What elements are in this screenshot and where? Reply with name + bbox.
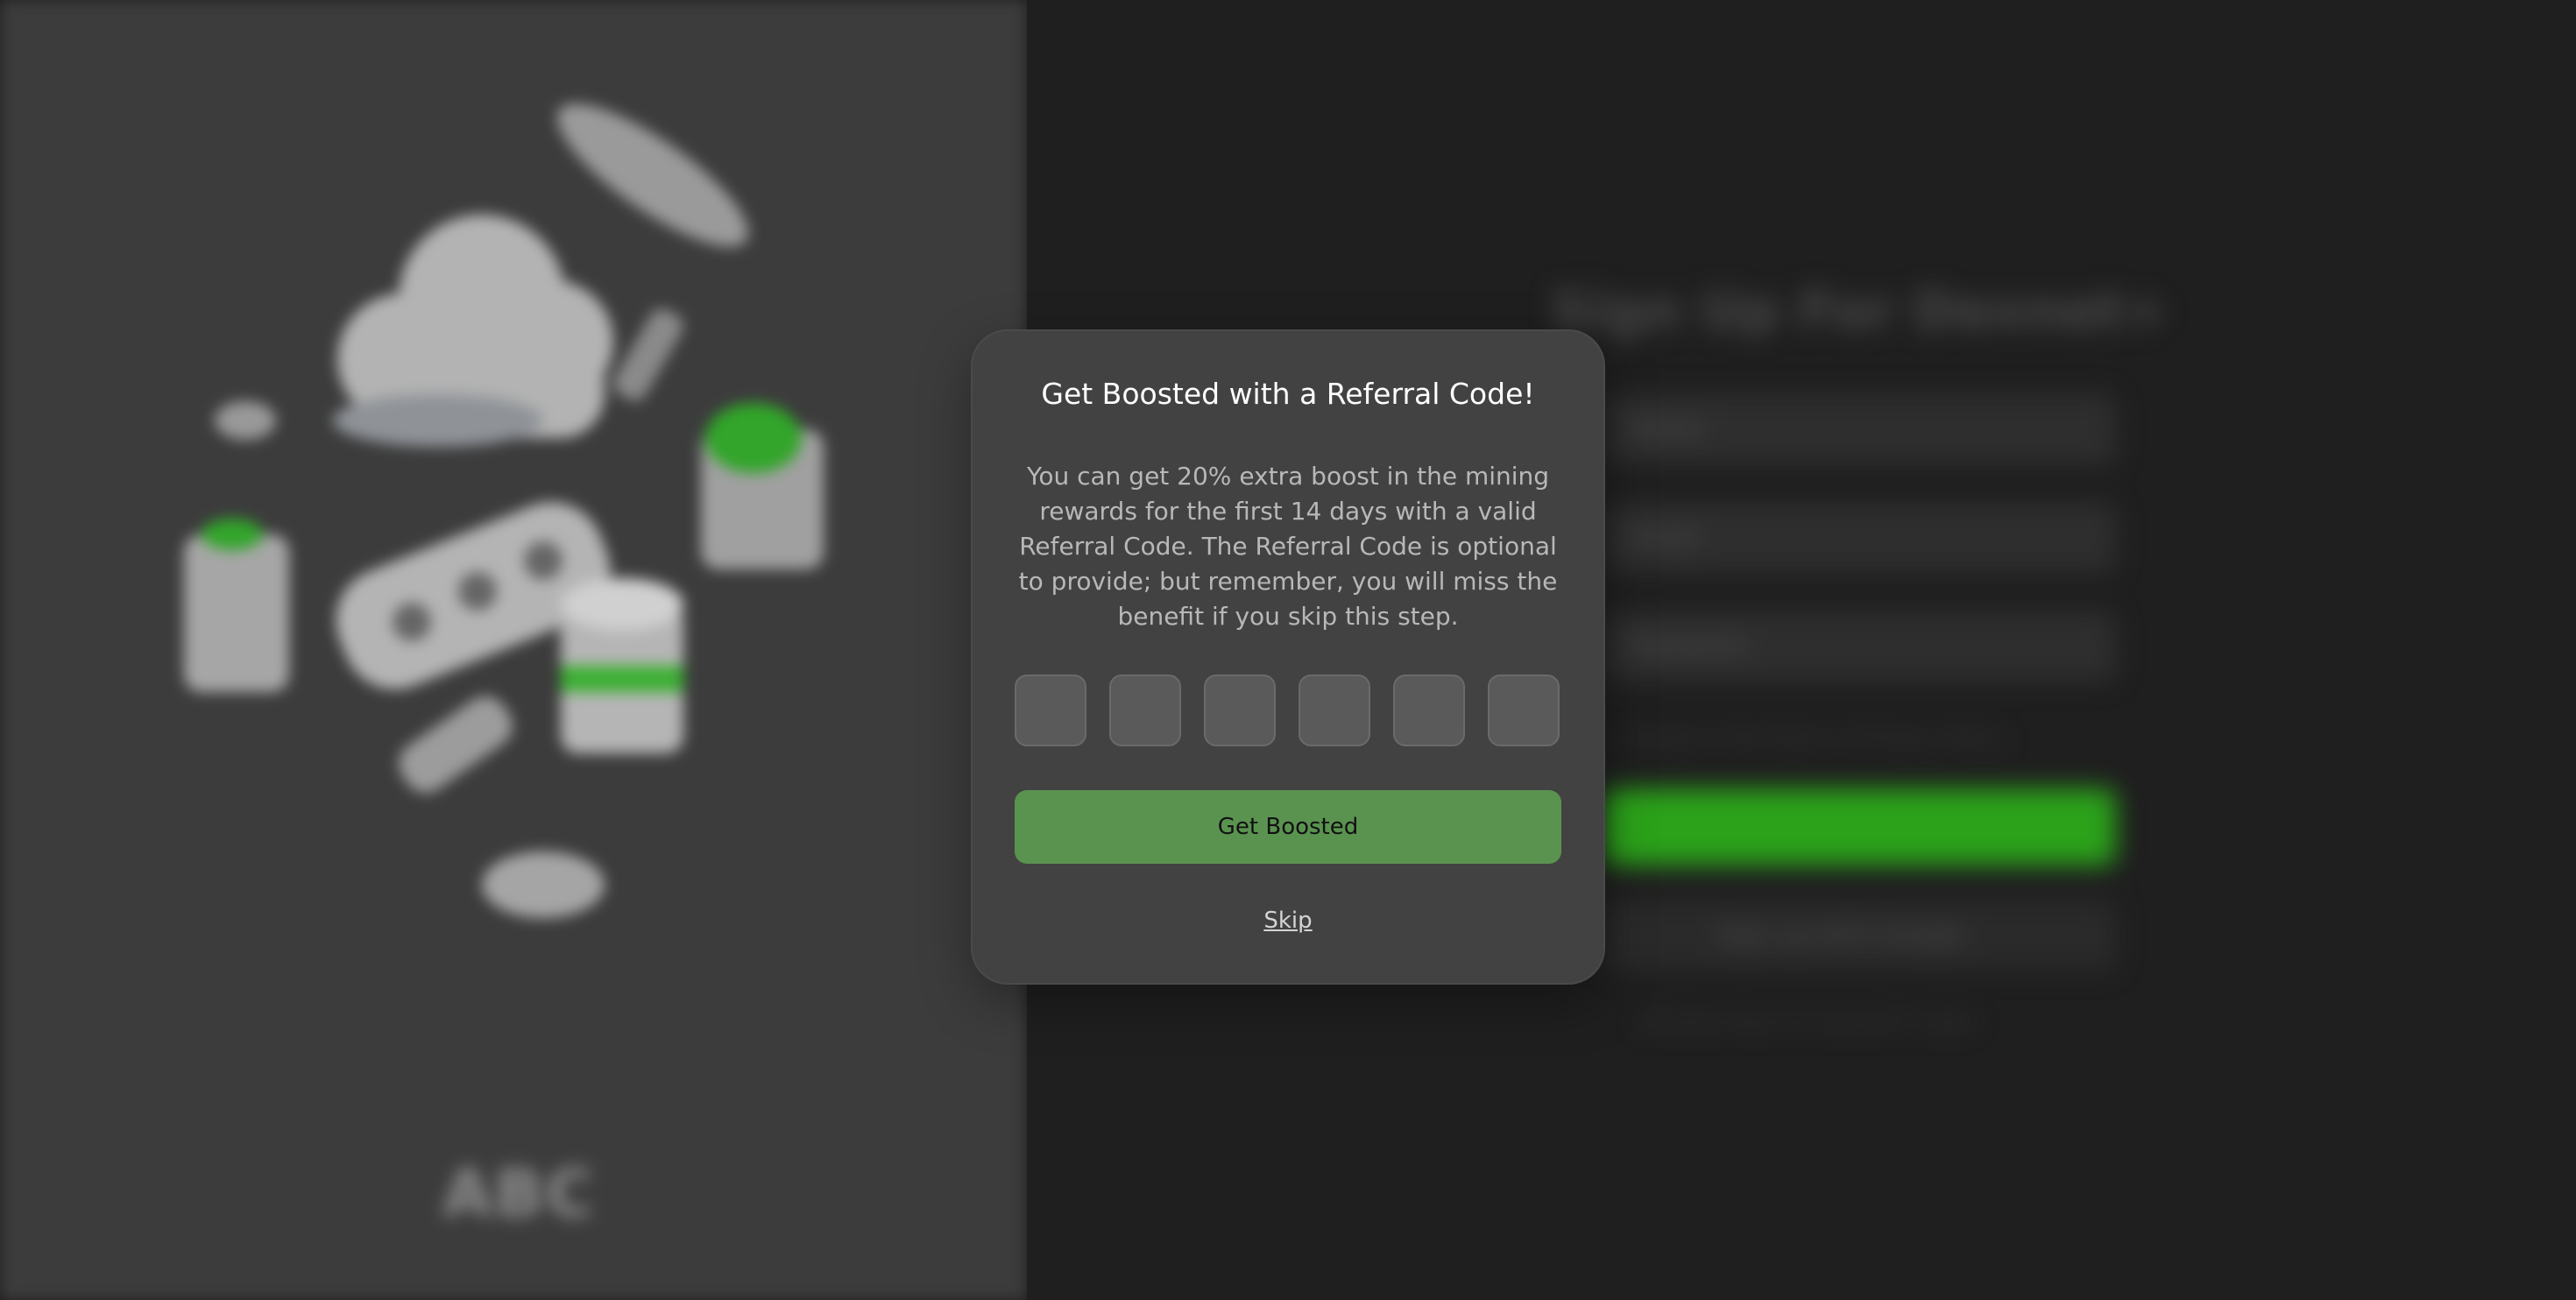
referral-modal: Get Boosted with a Referral Code! You ca…	[973, 331, 1603, 983]
google-signup-label: Sign up with Google	[1717, 920, 1964, 949]
signup-button[interactable]	[1603, 788, 2116, 865]
modal-description: You can get 20% extra boost in the minin…	[1018, 462, 1558, 631]
signup-title: Sign Up For Dexnet+	[1551, 280, 2169, 342]
email-placeholder: Email	[1630, 522, 1698, 551]
login-prompt: Already have an account? Login	[1638, 1009, 1975, 1034]
password-field[interactable]: Password	[1603, 611, 2116, 682]
referral-code-digit-5[interactable]	[1393, 675, 1465, 746]
google-signup-button[interactable]: Sign up with Google	[1603, 901, 2116, 971]
referral-code-digit-1[interactable]	[1015, 675, 1086, 746]
skip-link[interactable]: Skip	[973, 908, 1603, 934]
terms-text: I agree to the Terms & Privacy Policy	[1621, 725, 2006, 750]
referral-code-inputs	[1015, 675, 1561, 746]
modal-title: Get Boosted with a Referral Code!	[1041, 377, 1535, 411]
email-field[interactable]: Email	[1603, 503, 2116, 573]
referral-code-digit-4[interactable]	[1299, 675, 1370, 746]
password-placeholder: Password	[1630, 631, 1744, 660]
name-field[interactable]: Name	[1603, 394, 2116, 464]
get-boosted-button[interactable]: Get Boosted	[1015, 790, 1561, 864]
referral-code-digit-2[interactable]	[1109, 675, 1181, 746]
name-placeholder: Name	[1630, 413, 1702, 442]
referral-code-digit-3[interactable]	[1204, 675, 1276, 746]
page: ABC Sign Up For Dexnet+ Name Email Passw…	[0, 0, 2576, 1300]
referral-code-digit-6[interactable]	[1488, 675, 1560, 746]
